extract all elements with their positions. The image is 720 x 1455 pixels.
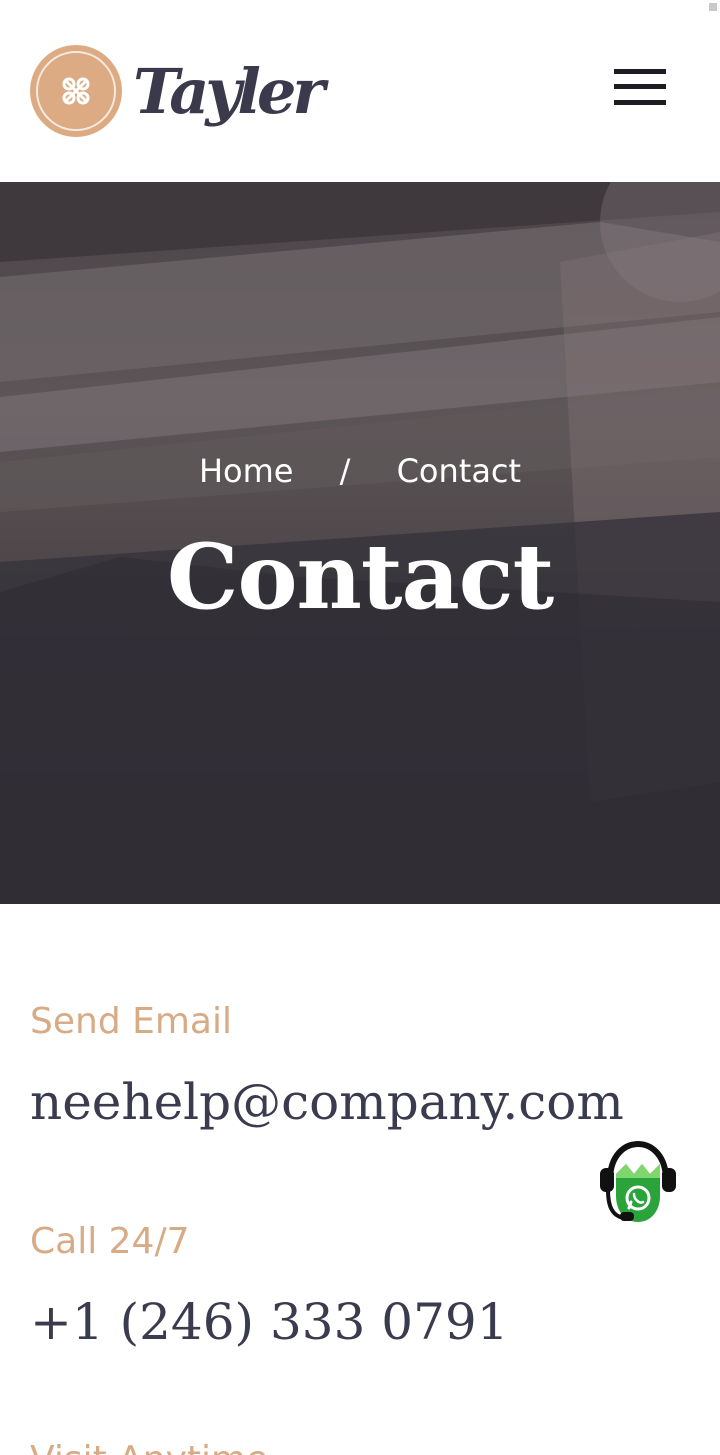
page-hero: Home / Contact Contact [0,182,720,904]
logo-wordmark[interactable]: Tayler [133,44,325,140]
whatsapp-support-icon [600,1140,676,1222]
page-title: Contact [166,524,554,630]
scroll-indicator [709,3,717,11]
page: Tayler Home / Contact Contact Send Email… [0,0,720,1455]
hamburger-menu-button[interactable] [610,66,670,110]
phone-label: Call 24/7 [30,1221,190,1262]
email-label: Send Email [30,1001,232,1042]
phone-link[interactable]: +1 (246) 333 0791 [30,1290,509,1354]
button-icon [62,77,90,105]
breadcrumb: Home / Contact [0,452,720,490]
hamburger-menu-icon [614,69,666,74]
breadcrumb-separator: / [339,452,351,490]
breadcrumb-current: Contact [396,452,522,490]
visit-label: Visit Anytime [30,1438,268,1455]
email-link[interactable]: neehelp@company.com [30,1070,624,1134]
breadcrumb-home-link[interactable]: Home [199,452,294,490]
whatsapp-chat-button[interactable] [598,1140,678,1226]
logo-badge[interactable] [30,45,122,137]
site-header: Tayler [0,0,720,182]
